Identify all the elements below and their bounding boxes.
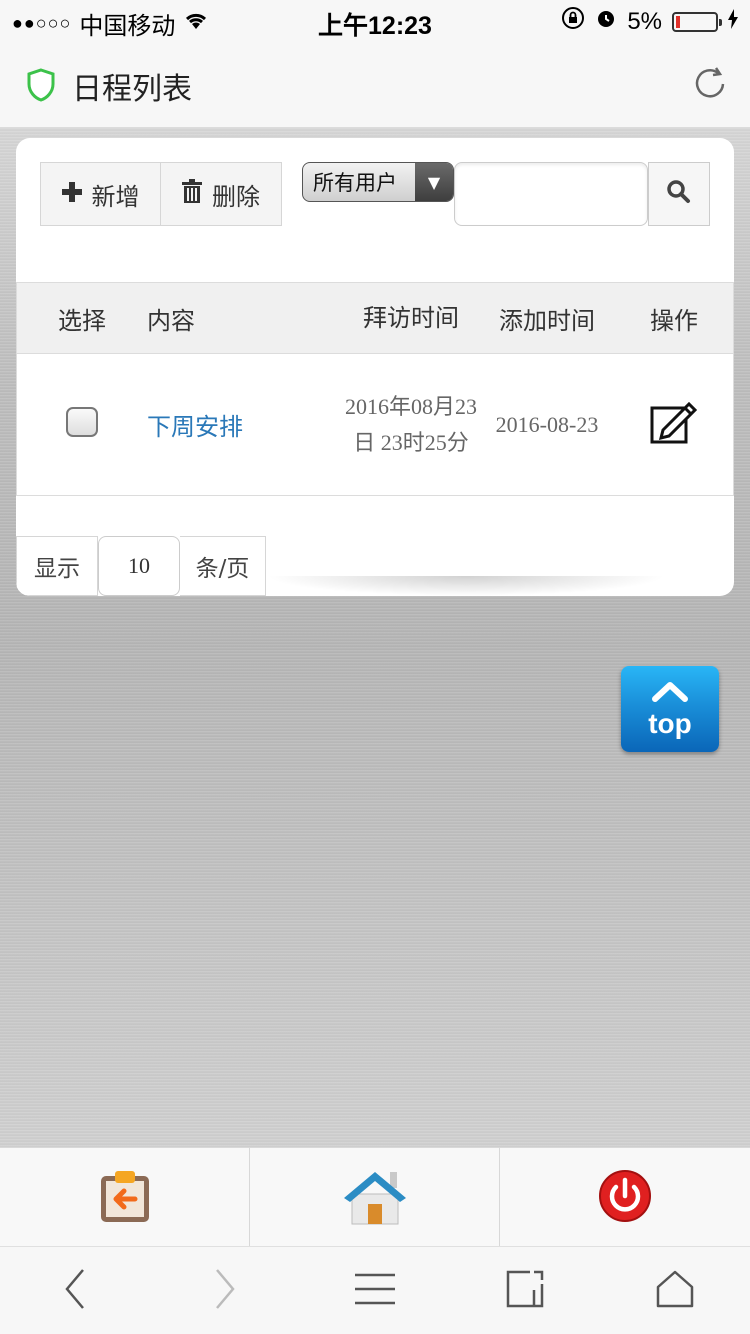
battery-percent: 5%: [627, 7, 662, 35]
header-content: 内容: [147, 306, 195, 335]
pager-shadow: [266, 576, 666, 596]
add-button[interactable]: 新增: [40, 162, 161, 226]
charging-icon: [728, 8, 738, 36]
page-title: 日程列表: [72, 72, 192, 107]
page-size-input[interactable]: 10: [98, 536, 180, 596]
chevron-right-icon: [213, 1268, 237, 1314]
search-icon: [666, 179, 692, 209]
visit-time-cell: 2016年08月23日 23时25分: [344, 393, 477, 455]
page-size-control: 显示 10 条/页: [16, 536, 266, 596]
table-row: 下周安排 2016年08月23日 23时25分 2016-08-23: [16, 354, 734, 496]
battery-icon: [672, 11, 722, 32]
clipboard-back-icon: [99, 1168, 151, 1228]
bottom-toolbar: [0, 1147, 750, 1247]
delete-button-label: 删除: [212, 182, 260, 211]
added-time-cell: 2016-08-23: [495, 411, 599, 437]
status-bar: ●●○○○ 中国移动 上午12:23 5%: [0, 0, 750, 40]
schedule-table: 选择 内容 拜访时间 添加时间 操作 下周安排 2016年08月23日 23时2…: [16, 282, 734, 496]
add-button-label: 新增: [91, 182, 140, 211]
per-page-label: 条/页: [180, 536, 266, 596]
power-button[interactable]: [500, 1148, 750, 1247]
hamburger-menu-icon: [355, 1273, 395, 1309]
action-button-group: 新增 删除: [40, 162, 282, 226]
header-select: 选择: [58, 306, 106, 335]
back-to-top-label: top: [648, 708, 692, 739]
power-icon: [597, 1168, 653, 1228]
home-outline-icon: [655, 1269, 695, 1313]
refresh-icon[interactable]: [690, 64, 730, 108]
orientation-lock-icon: [561, 6, 585, 37]
search-button[interactable]: [648, 162, 710, 226]
shield-icon: [26, 68, 56, 106]
browser-nav-bar: [0, 1246, 750, 1334]
chevron-left-icon: [63, 1268, 87, 1314]
schedule-card: 新增 删除 所有用户 ▼ 选择 内容 拜访时间 添加时间 操作 下周安排 201…: [16, 138, 734, 596]
home-icon: [342, 1166, 408, 1230]
dropdown-triangle-icon: ▼: [415, 163, 453, 201]
row-checkbox[interactable]: [66, 406, 98, 437]
title-bar: 日程列表: [0, 40, 750, 128]
schedule-content-link[interactable]: 下周安排: [147, 413, 243, 441]
header-visit-time: 拜访时间: [363, 304, 459, 332]
browser-forward-button[interactable]: [195, 1261, 255, 1321]
header-added-time: 添加时间: [499, 306, 595, 335]
home-button[interactable]: [250, 1148, 500, 1247]
back-clipboard-button[interactable]: [0, 1148, 250, 1247]
plus-icon: [61, 180, 82, 208]
browser-tabs-button[interactable]: [495, 1261, 555, 1321]
browser-back-button[interactable]: [45, 1261, 105, 1321]
edit-icon[interactable]: [649, 401, 699, 452]
delete-button[interactable]: 删除: [161, 162, 282, 226]
browser-home-button[interactable]: [645, 1261, 705, 1321]
browser-menu-button[interactable]: [345, 1261, 405, 1321]
back-to-top-button[interactable]: top: [621, 666, 719, 752]
alarm-icon: [595, 7, 617, 36]
trash-icon: [182, 179, 202, 209]
chevron-up-icon: [652, 680, 688, 706]
table-header: 选择 内容 拜访时间 添加时间 操作: [16, 282, 734, 354]
tabs-icon: [506, 1270, 544, 1312]
search-input[interactable]: [454, 162, 648, 226]
user-filter-value: 所有用户: [313, 171, 397, 195]
show-label: 显示: [16, 536, 98, 596]
user-filter-select[interactable]: 所有用户 ▼: [302, 162, 454, 202]
header-actions: 操作: [650, 306, 698, 335]
